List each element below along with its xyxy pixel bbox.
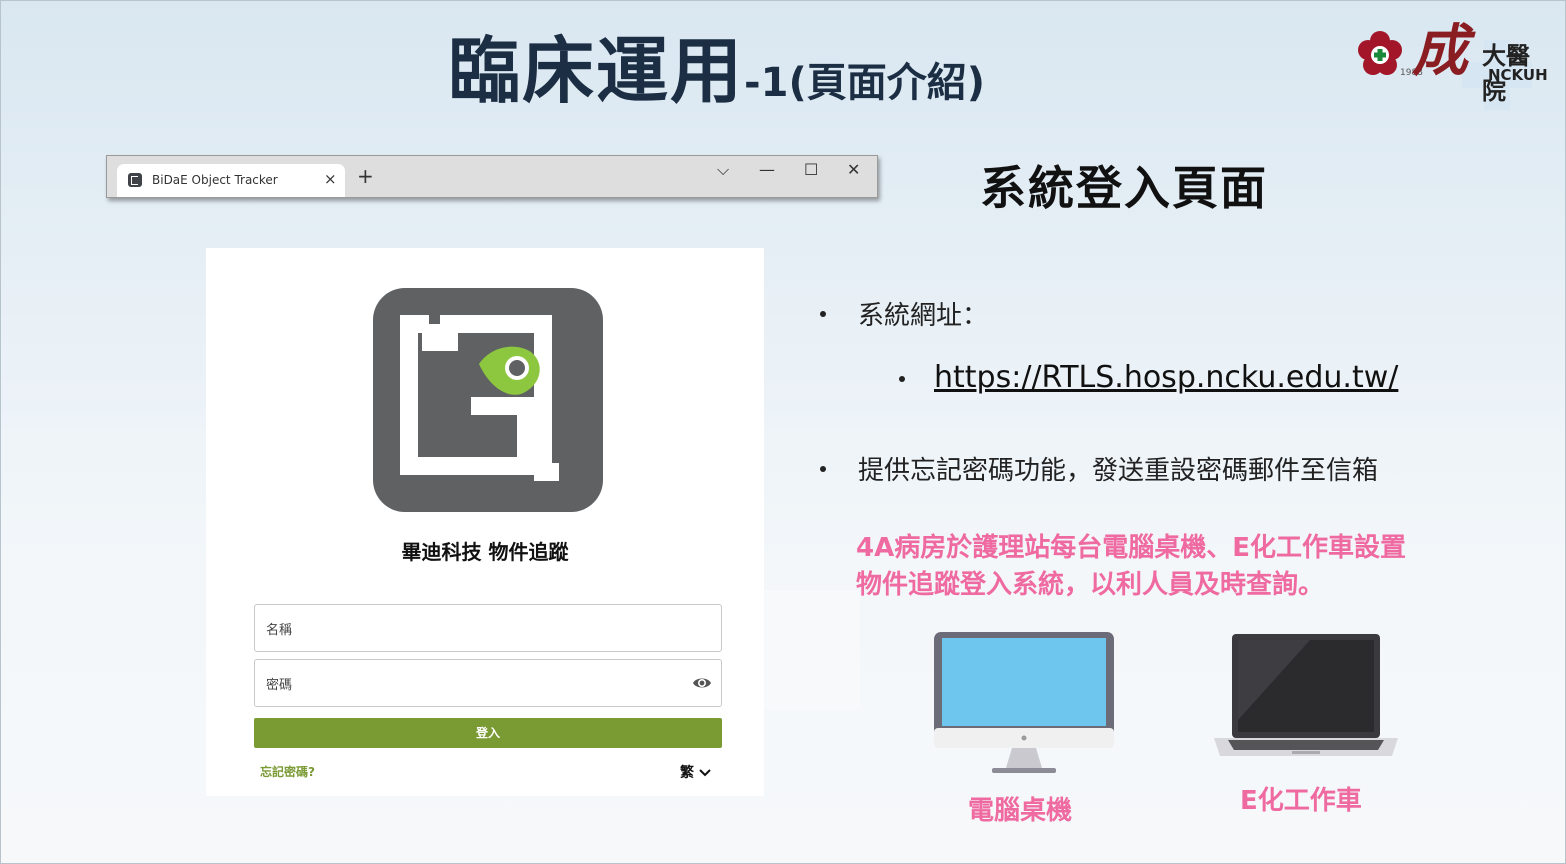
tab-close-icon[interactable]: × [324,170,337,188]
username-input[interactable]: 名稱 [254,604,722,652]
eye-icon[interactable] [692,673,712,693]
close-window-button[interactable]: ✕ [847,160,860,179]
desktop-monitor-icon [934,632,1114,773]
browser-tab-strip: BiDaE Object Tracker × + ⌵ — ☐ ✕ [106,155,878,198]
laptop-label: E化工作車 [1240,786,1362,816]
title-sub: -1(頁面介紹) [744,60,986,106]
deployment-note: 4A病房於護理站每台電腦桌機、E化工作車設置 物件追蹤登入系統，以利人員及時查詢… [856,530,1496,604]
password-placeholder: 密碼 [266,678,293,693]
language-select[interactable]: 繁 [680,762,711,782]
title-main: 臨床運用 [448,29,745,113]
language-value: 繁 [680,765,694,781]
hospital-logo: 1988 成 大醫院 NCKUH [1352,6,1552,110]
note-line-2: 物件追蹤登入系統，以利人員及時查詢。 [856,570,1325,600]
new-tab-button[interactable]: + [357,166,374,186]
browser-tab[interactable]: BiDaE Object Tracker × [117,164,345,197]
feature-text: 提供忘記密碼功能，發送重設密碼郵件至信箱 [858,456,1379,486]
forgot-password-link[interactable]: 忘記密碼? [260,763,315,780]
tab-list-dropdown-icon[interactable]: ⌵ [717,160,729,180]
maximize-button[interactable]: ☐ [804,160,818,179]
desktop-label: 電腦桌機 [968,796,1073,826]
login-card: 畢迪科技 物件追蹤 名稱 密碼 登入 忘記密碼? 繁 [206,248,764,796]
bidae-app-logo-icon [373,288,603,512]
bullet-dot [820,466,826,472]
logo-abbr: NCKUH [1488,66,1548,84]
plum-blossom-emblem [1358,31,1402,75]
bullet-dot [899,376,905,382]
password-input[interactable]: 密碼 [254,659,722,707]
slide-title: 臨床運用-1(頁面介紹) [448,12,985,117]
bullet-dot [820,311,826,317]
logo-glyph: 成 [1412,18,1468,84]
laptop-icon [1214,634,1398,756]
white-patch [764,590,860,710]
username-placeholder: 名稱 [266,623,293,638]
login-button[interactable]: 登入 [254,718,722,748]
tab-title: BiDaE Object Tracker [152,173,278,187]
section-subtitle: 系統登入頁面 [980,161,1268,215]
system-url-link[interactable]: https://RTLS.hosp.ncku.edu.tw/ [934,360,1398,395]
note-line-1: 4A病房於護理站每台電腦桌機、E化工作車設置 [856,533,1406,563]
app-favicon-icon [128,173,142,187]
minimize-button[interactable]: — [759,160,775,179]
brand-name: 畢迪科技 物件追蹤 [401,540,569,564]
chevron-down-icon [699,769,711,777]
url-label: 系統網址： [858,301,989,331]
